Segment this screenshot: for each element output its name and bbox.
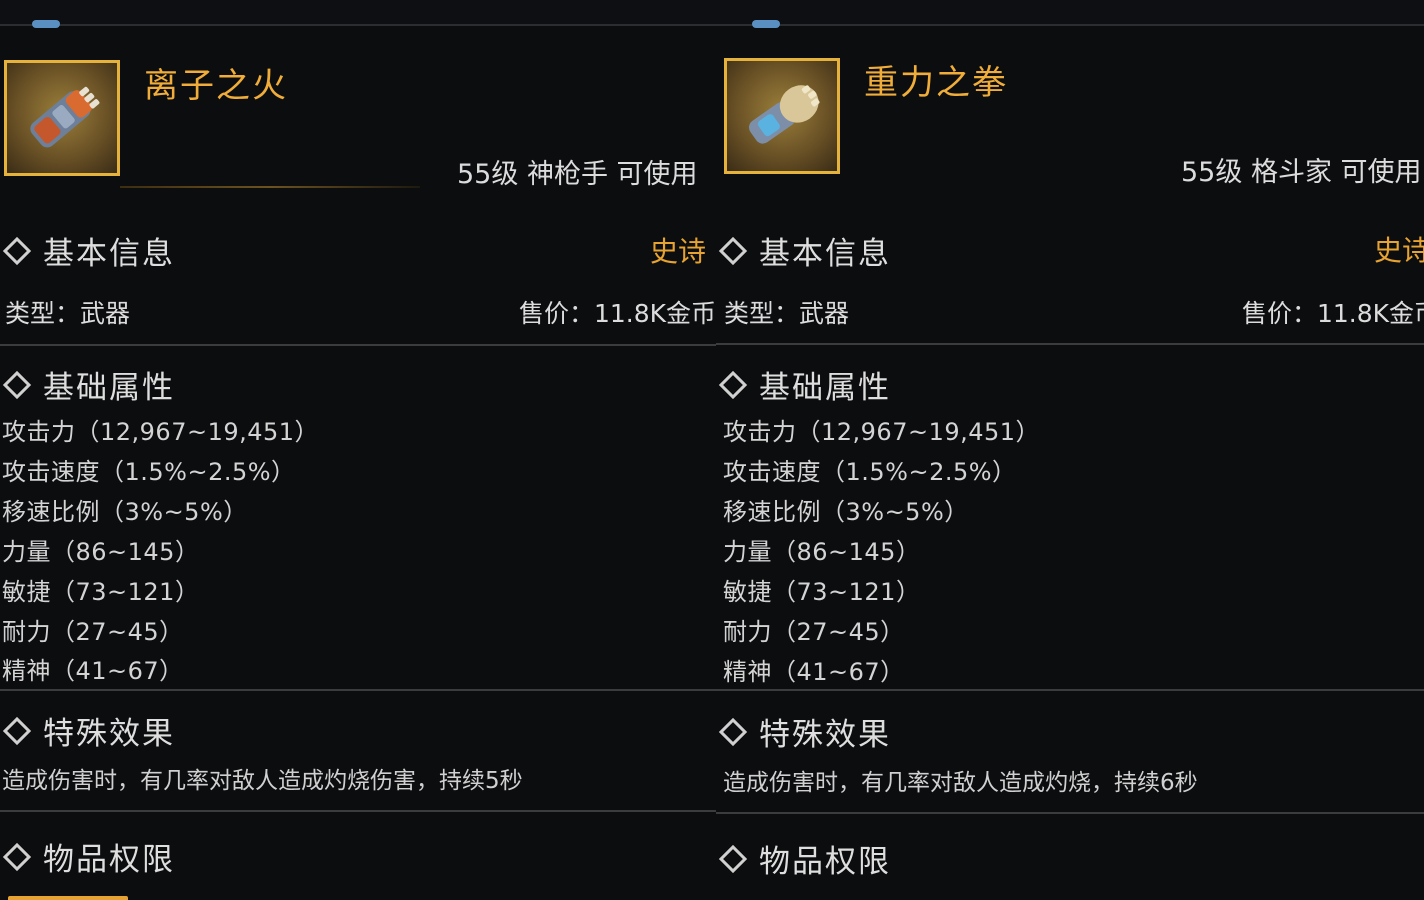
stat-attack-speed: 攻击速度（1.5%~2.5%） — [723, 458, 1017, 486]
section-special-effect: 特殊效果 — [0, 708, 175, 753]
top-bar — [716, 0, 1424, 28]
top-tab-indicator[interactable] — [32, 20, 60, 28]
sell-price: 售价：11.8K金币 — [1242, 299, 1424, 328]
section-special-effect: 特殊效果 — [716, 709, 891, 754]
diamond-icon — [2, 716, 32, 745]
level-class-requirement: 55级 格斗家 可使用 — [1181, 157, 1422, 188]
stat-spirit: 精神（41~67） — [723, 658, 905, 686]
divider — [0, 344, 716, 346]
gravity-fist-gauntlet-icon — [749, 85, 820, 144]
item-type: 类型：武器 — [724, 299, 850, 328]
section-title: 基本信息 — [43, 236, 175, 272]
ion-fire-gauntlet-icon — [30, 86, 100, 148]
stat-move-speed: 移速比例（3%~5%） — [723, 498, 969, 526]
diamond-icon — [2, 370, 32, 399]
rarity-label: 史诗 — [650, 235, 707, 268]
stat-agility: 敏捷（73~121） — [2, 578, 200, 606]
stat-attack: 攻击力（12,967~19,451） — [723, 418, 1041, 446]
divider — [0, 810, 716, 812]
section-basic-info: 基本信息 — [716, 228, 891, 273]
diamond-icon — [718, 370, 748, 399]
stat-stamina: 耐力（27~45） — [2, 618, 184, 646]
item-name: 离子之火 — [144, 66, 288, 106]
stat-strength: 力量（86~145） — [2, 538, 200, 566]
top-bar — [0, 0, 716, 28]
top-tab-indicator[interactable] — [752, 20, 780, 28]
divider — [716, 689, 1424, 691]
stat-attack-speed: 攻击速度（1.5%~2.5%） — [2, 458, 296, 486]
diamond-icon — [718, 844, 748, 873]
section-title: 特殊效果 — [43, 716, 175, 752]
stat-stamina: 耐力（27~45） — [723, 618, 905, 646]
divider — [716, 812, 1424, 814]
stat-attack: 攻击力（12,967~19,451） — [2, 418, 320, 446]
section-basic-info: 基本信息 — [0, 228, 175, 273]
section-base-attributes: 基础属性 — [716, 362, 891, 407]
special-effect-text: 造成伤害时，有几率对敌人造成灼烧，持续6秒 — [723, 770, 1198, 796]
divider — [716, 343, 1424, 345]
rarity-label: 史诗 — [1374, 234, 1424, 267]
section-title: 基本信息 — [759, 236, 891, 272]
section-title: 物品权限 — [759, 844, 891, 880]
item-tooltip-right: 重力之拳 55级 格斗家 可使用 基本信息 史诗 类型：武器 售价：11.8K金… — [716, 0, 1424, 900]
diamond-icon — [718, 717, 748, 746]
section-title: 物品权限 — [43, 842, 175, 878]
diamond-icon — [718, 236, 748, 265]
item-icon-frame[interactable] — [724, 58, 840, 174]
section-item-permissions: 物品权限 — [716, 836, 891, 881]
section-title: 特殊效果 — [759, 717, 891, 753]
section-title: 基础属性 — [43, 370, 175, 406]
diamond-icon — [2, 842, 32, 871]
diamond-icon — [2, 236, 32, 265]
stat-agility: 敏捷（73~121） — [723, 578, 921, 606]
section-title: 基础属性 — [759, 370, 891, 406]
item-icon-frame[interactable] — [4, 60, 120, 176]
section-base-attributes: 基础属性 — [0, 362, 175, 407]
stat-move-speed: 移速比例（3%~5%） — [2, 498, 248, 526]
divider — [0, 689, 716, 691]
item-type: 类型：武器 — [5, 299, 131, 328]
bottom-accent-bar — [8, 896, 128, 900]
comparison-screen: 离子之火 55级 神枪手 可使用 基本信息 史诗 类型：武器 售价：11.8K金… — [0, 0, 1424, 900]
stat-strength: 力量（86~145） — [723, 538, 921, 566]
stat-spirit: 精神（41~67） — [2, 657, 184, 685]
level-class-requirement: 55级 神枪手 可使用 — [457, 159, 698, 190]
special-effect-text: 造成伤害时，有几率对敌人造成灼烧伤害，持续5秒 — [2, 768, 523, 794]
header-glow-line — [120, 186, 420, 188]
sell-price: 售价：11.8K金币 — [519, 299, 716, 328]
item-tooltip-left: 离子之火 55级 神枪手 可使用 基本信息 史诗 类型：武器 售价：11.8K金… — [0, 0, 716, 900]
section-item-permissions: 物品权限 — [0, 834, 175, 879]
item-name: 重力之拳 — [864, 63, 1008, 103]
